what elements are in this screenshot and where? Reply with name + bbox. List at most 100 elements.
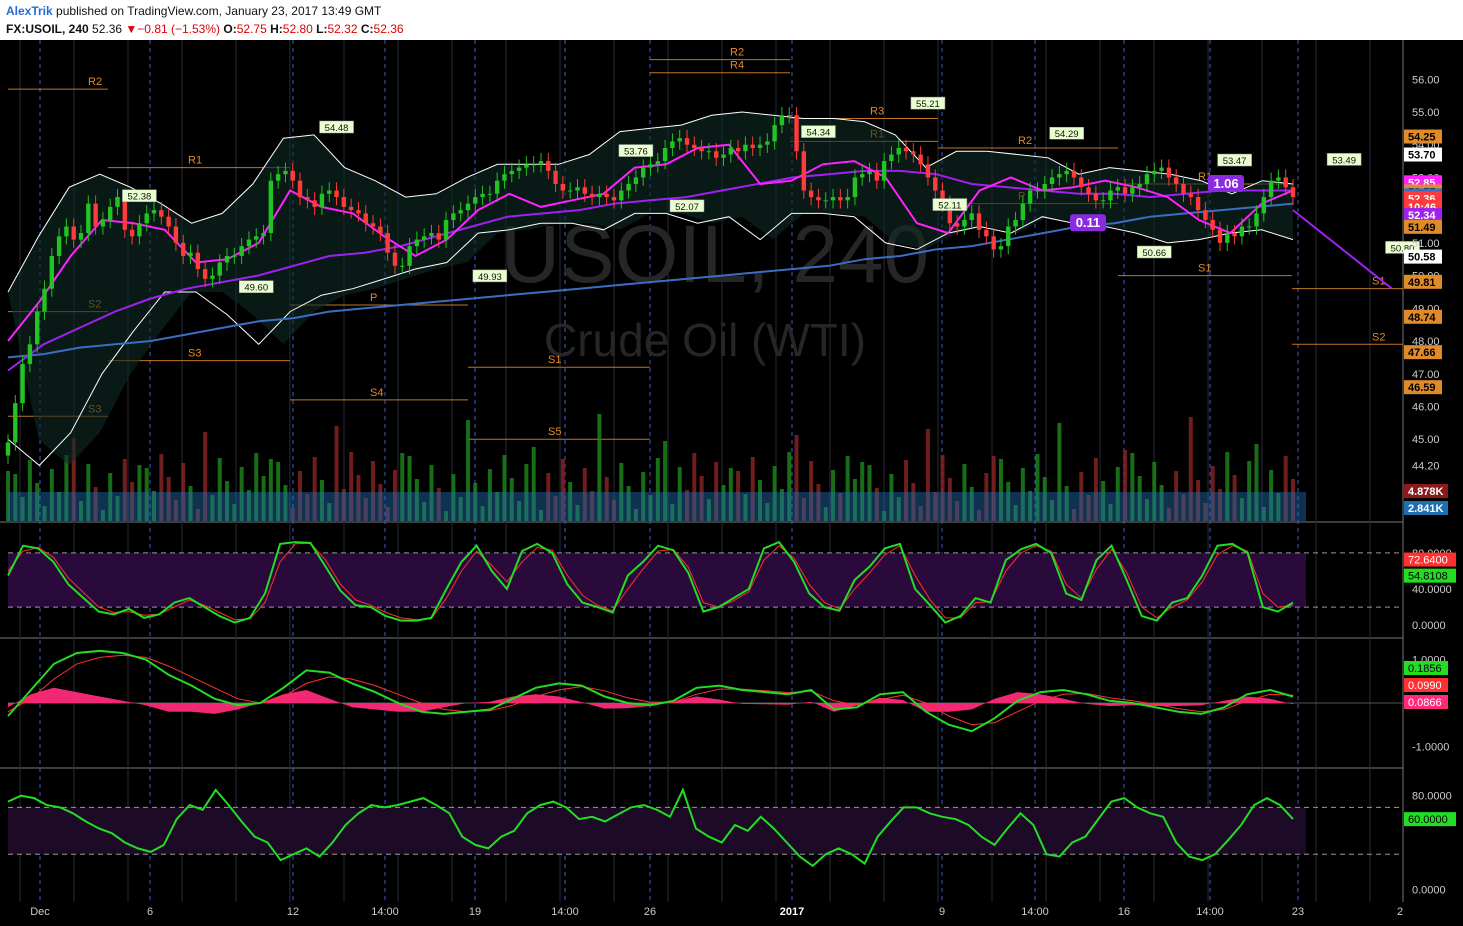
pivot-level-label: R2 — [1018, 135, 1032, 147]
candle-body — [640, 167, 646, 178]
candle-body — [954, 223, 960, 227]
high-label: H: — [270, 22, 283, 36]
volume-tag-text: 2.841K — [1408, 503, 1444, 515]
candle-body — [677, 138, 682, 142]
candle-body — [1188, 193, 1193, 198]
time-axis-label: 14:00 — [1021, 906, 1049, 918]
low-label: L: — [316, 22, 328, 36]
down-arrow-icon: ▼ — [125, 22, 138, 36]
publish-header: AlexTrik published on TradingView.com, J… — [0, 0, 1463, 40]
price-axis-tick: 51.00 — [1412, 238, 1440, 250]
price-tag-text: 50.58 — [1408, 252, 1436, 264]
candle-body — [787, 115, 792, 117]
candle-body — [516, 167, 522, 171]
candle-body — [224, 255, 230, 263]
symbol-label[interactable]: FX:USOIL, 240 — [6, 22, 89, 36]
candle-body — [414, 239, 420, 247]
candle-body — [830, 197, 836, 201]
swing-label-text: 55.21 — [916, 99, 940, 110]
candle-body — [78, 233, 84, 240]
rsi-axis-tick: 80.0000 — [1412, 791, 1452, 803]
price-axis-tick: 45.00 — [1412, 434, 1440, 446]
candle-body — [662, 147, 668, 162]
candle-body — [1086, 187, 1091, 194]
time-axis-label: 9 — [939, 906, 945, 918]
swing-label-text: 49.60 — [244, 283, 268, 294]
low-value: 52.32 — [327, 22, 358, 36]
candle-body — [1268, 180, 1274, 198]
candle-body — [13, 403, 18, 443]
candle-body — [524, 164, 529, 168]
time-axis-label: 23 — [1292, 906, 1304, 918]
candle-body — [560, 183, 566, 191]
swing-label: 52.38 — [122, 189, 157, 203]
candle-body — [1181, 183, 1186, 194]
author-link[interactable]: AlexTrik — [6, 4, 53, 18]
stochastic-axis-tick: 0.0000 — [1412, 620, 1446, 632]
candle-body — [1232, 233, 1237, 237]
candle-body — [1006, 226, 1011, 247]
candle-body — [443, 219, 449, 240]
candle-body — [962, 219, 967, 227]
swing-label-text: 49.93 — [478, 272, 502, 283]
candle-body — [1057, 174, 1062, 178]
candle-body — [743, 144, 748, 152]
candle-body — [1100, 200, 1106, 202]
candle-body — [684, 138, 690, 145]
price-tag-text: 54.25 — [1408, 132, 1436, 144]
swing-label: 52.07 — [669, 199, 705, 213]
macd-tag-text: 0.0990 — [1408, 680, 1442, 692]
candle-body — [860, 174, 865, 178]
candle-body — [597, 193, 602, 198]
candle-body — [589, 193, 595, 198]
swing-label-text: 52.07 — [675, 202, 699, 213]
candle-body — [991, 236, 996, 250]
candle-body — [896, 147, 901, 155]
candle-body — [1144, 174, 1150, 184]
candle-body — [319, 193, 325, 207]
candle-body — [1152, 170, 1157, 175]
candle-body — [692, 144, 697, 148]
candle-body — [487, 193, 493, 195]
chart-area[interactable]: USOIL, 240Crude Oil (WTI)R2R1PS1R4R3R2R1… — [0, 40, 1463, 926]
candle-body — [5, 442, 11, 456]
candle-body — [852, 177, 858, 198]
candle-body — [881, 161, 887, 181]
candle-body — [567, 190, 573, 192]
candle-body — [217, 262, 222, 276]
candle-body — [823, 200, 828, 202]
candle-body — [531, 164, 536, 166]
candle-body — [290, 170, 295, 181]
candle-body — [1115, 187, 1120, 191]
candle-body — [86, 203, 91, 234]
price-axis-tick: 47.00 — [1412, 369, 1440, 381]
candle-body — [1130, 187, 1135, 194]
candle-body — [385, 233, 390, 253]
macd-tag-text: 0.1856 — [1408, 663, 1442, 675]
pivot-level-label: S5 — [548, 426, 561, 438]
price-tag-text: 53.70 — [1408, 150, 1436, 162]
candle-body — [538, 161, 544, 165]
swing-label: 49.93 — [472, 269, 508, 283]
candle-body — [1064, 170, 1069, 175]
candle-body — [159, 210, 164, 217]
stochastic-axis-tick: 40.0000 — [1412, 584, 1452, 596]
candle-body — [370, 223, 376, 227]
candle-body — [42, 288, 47, 312]
swing-label: 54.29 — [1049, 126, 1084, 140]
candle-body — [845, 197, 850, 201]
swing-label-text: 54.34 — [807, 128, 831, 139]
pivot-level-label: R1 — [188, 155, 202, 167]
time-axis-label: 14:00 — [551, 906, 579, 918]
rsi-tag-text: 60.0000 — [1408, 814, 1448, 826]
candle-body — [721, 154, 726, 158]
swing-label: 54.34 — [801, 125, 836, 139]
candle-body — [582, 187, 587, 194]
candle-body — [465, 203, 471, 211]
candle-body — [619, 190, 624, 201]
annotation-text: 1.06 — [1213, 176, 1238, 191]
candle-body — [1203, 210, 1208, 220]
price-tag-text: 46.59 — [1408, 382, 1436, 394]
candle-body — [1276, 177, 1281, 181]
time-axis-label: 14:00 — [371, 906, 399, 918]
